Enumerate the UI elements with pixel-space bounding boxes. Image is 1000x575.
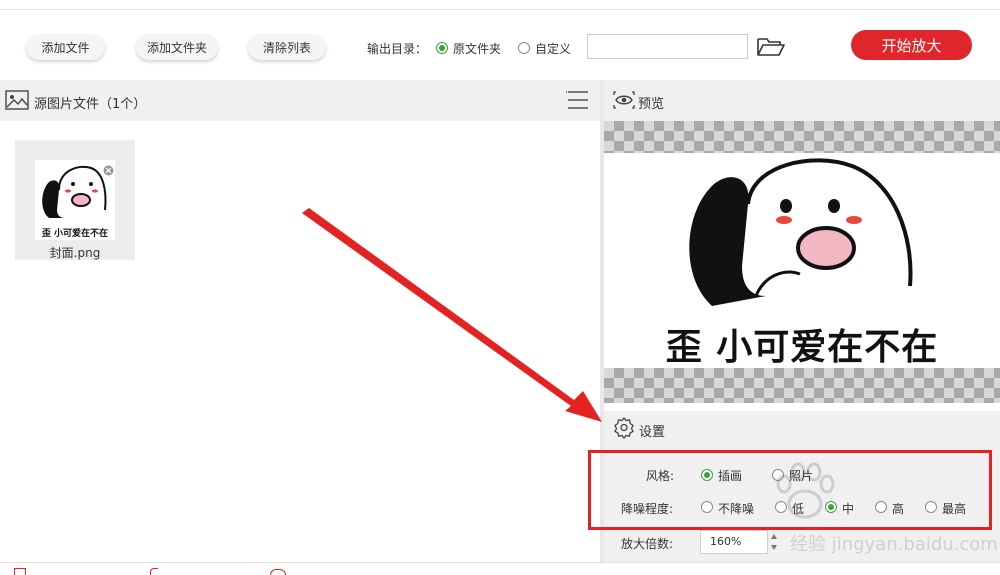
title-strip bbox=[0, 0, 1000, 10]
clear-list-button[interactable]: 清除列表 bbox=[248, 34, 326, 60]
preview-image-caption: 歪 小可爱在不在 bbox=[665, 327, 939, 368]
output-original-label[interactable]: 原文件夹 bbox=[453, 40, 501, 57]
output-path-input[interactable] bbox=[587, 34, 748, 59]
source-files-title: 源图片文件（1个） bbox=[34, 97, 147, 112]
output-custom-radio[interactable] bbox=[518, 42, 530, 54]
start-enlarge-button[interactable]: 开始放大 bbox=[851, 30, 972, 60]
output-custom-label[interactable]: 自定义 bbox=[535, 40, 571, 57]
add-folder-button[interactable]: 添加文件夹 bbox=[136, 34, 218, 60]
transparency-pattern-top bbox=[604, 121, 1000, 153]
settings-title: 设置 bbox=[639, 425, 666, 440]
bottom-icon-2[interactable] bbox=[150, 568, 158, 575]
watermark-text: 经验 jingyan.baidu.com bbox=[790, 534, 998, 555]
image-icon bbox=[5, 90, 29, 113]
preview-title: 预览 bbox=[638, 97, 665, 112]
paw-watermark-icon bbox=[770, 462, 840, 529]
gear-icon bbox=[613, 416, 635, 442]
preview-image bbox=[674, 156, 924, 319]
eye-icon bbox=[613, 91, 635, 112]
remove-file-icon[interactable] bbox=[103, 165, 114, 179]
file-name: 封面.png bbox=[49, 246, 101, 260]
add-file-button[interactable]: 添加文件 bbox=[26, 34, 105, 60]
output-dir-label: 输出目录： bbox=[367, 42, 428, 56]
thumbnail-image-caption: 歪 小可爱在不在 bbox=[41, 229, 109, 239]
bottom-icon-3[interactable] bbox=[270, 569, 286, 575]
scale-input[interactable]: 160% bbox=[700, 530, 768, 554]
app-window: 添加文件 添加文件夹 清除列表 输出目录： 原文件夹 自定义 开始放大 源图片文… bbox=[0, 0, 1000, 575]
transparency-pattern-bottom bbox=[604, 368, 1000, 403]
scale-stepper-icon[interactable] bbox=[770, 531, 778, 556]
scale-label: 放大倍数: bbox=[621, 537, 674, 551]
folder-open-icon[interactable] bbox=[756, 36, 786, 61]
bottom-icon-1[interactable] bbox=[14, 568, 26, 575]
list-view-icon[interactable] bbox=[566, 89, 590, 114]
output-original-radio[interactable] bbox=[436, 42, 448, 54]
